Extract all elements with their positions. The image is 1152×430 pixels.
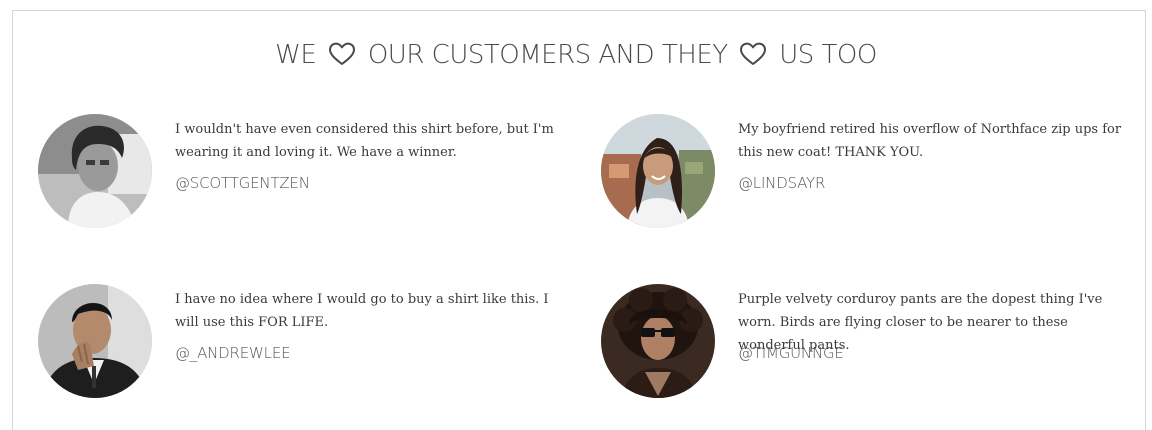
avatar xyxy=(38,114,152,228)
avatar xyxy=(38,284,152,398)
testimonial-quote: I have no idea where I would go to buy a… xyxy=(175,292,549,330)
testimonial-handle: @TIMGUNNGE xyxy=(738,344,844,362)
testimonial-handle: @_ANDREWLEE xyxy=(175,344,291,362)
testimonial-card: My boyfriend retired his overflow of Nor… xyxy=(601,114,1121,234)
heading-prefix: WE xyxy=(275,40,317,70)
testimonial-handle: @LINDSAYR xyxy=(738,174,826,192)
heading-suffix: US TOO xyxy=(779,40,877,70)
testimonial-card: I have no idea where I would go to buy a… xyxy=(38,284,558,404)
avatar xyxy=(601,114,715,228)
testimonial-card: I wouldn't have even considered this shi… xyxy=(38,114,558,234)
testimonial-card: Purple velvety corduroy pants are the do… xyxy=(601,284,1121,404)
testimonial-handle: @SCOTTGENTZEN xyxy=(175,174,310,192)
avatar xyxy=(601,284,715,398)
testimonial-quote: I wouldn't have even considered this shi… xyxy=(175,122,554,160)
heart-outline-icon xyxy=(329,42,356,65)
section-heading: WE OUR CUSTOMERS AND THEY US TOO xyxy=(0,40,1152,70)
testimonial-quote: My boyfriend retired his overflow of Nor… xyxy=(738,122,1122,160)
heading-middle: OUR CUSTOMERS AND THEY xyxy=(367,40,728,70)
heart-outline-icon xyxy=(740,42,767,65)
